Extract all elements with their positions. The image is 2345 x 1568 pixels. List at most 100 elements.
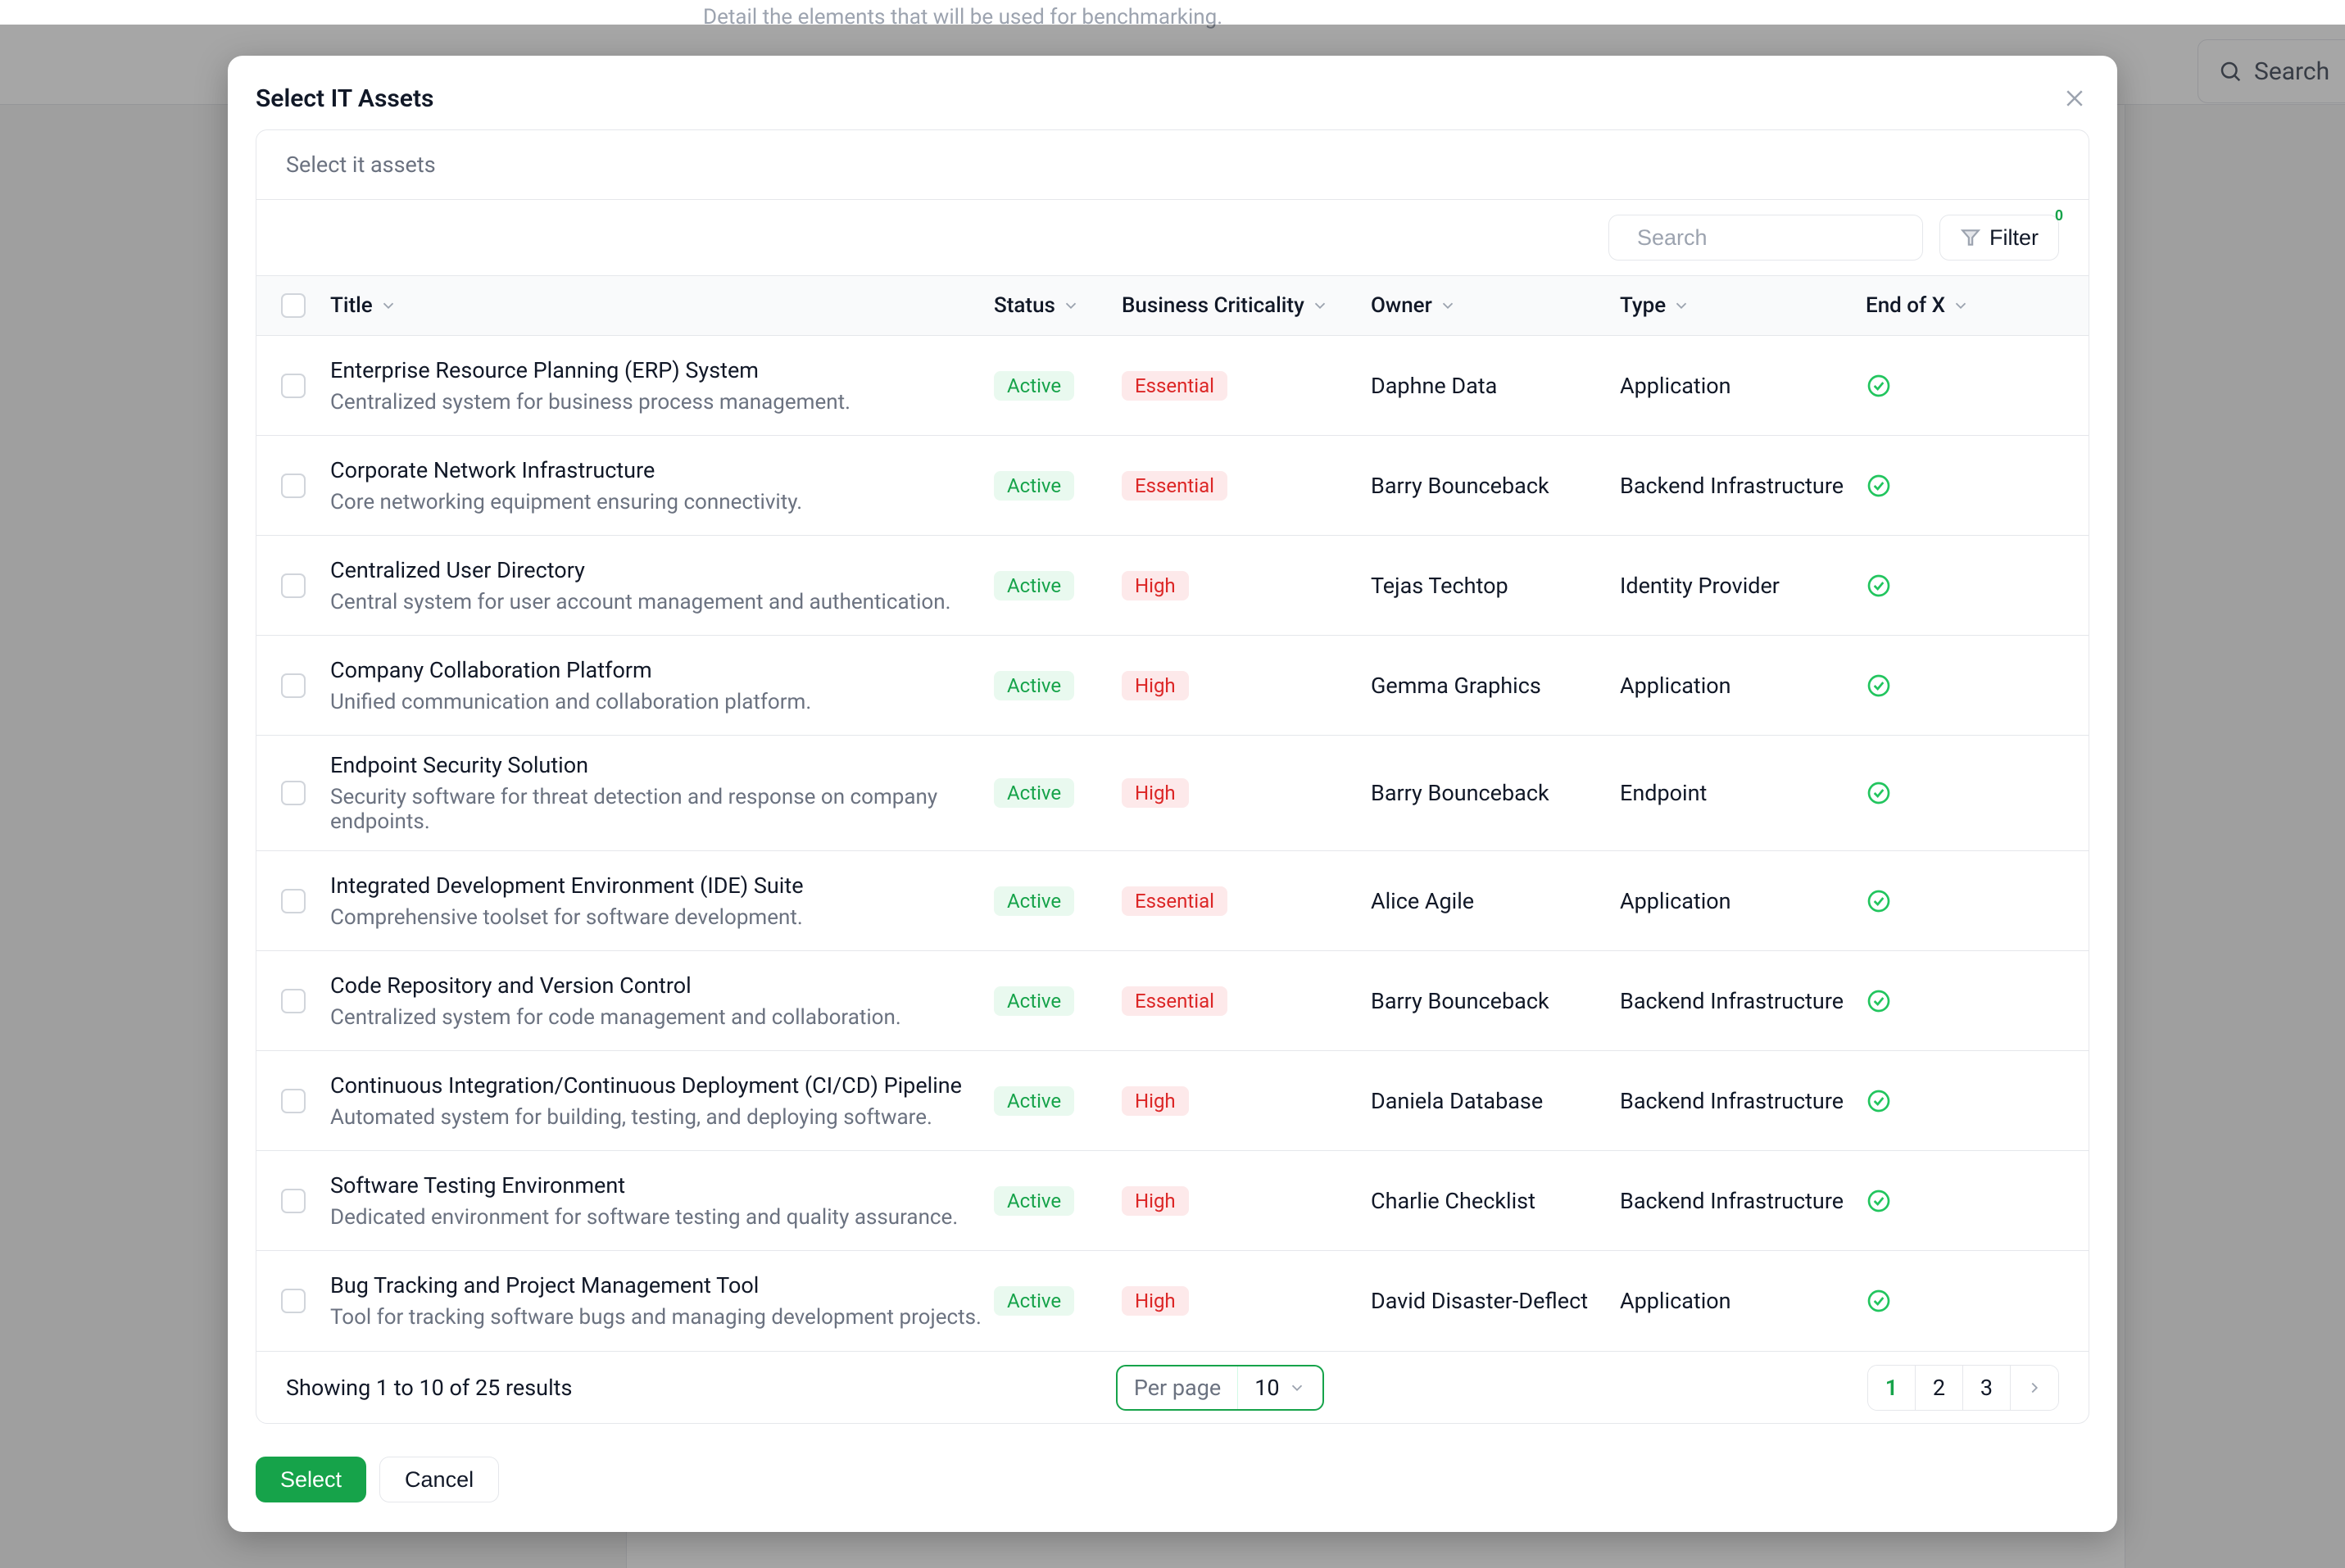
- check-circle-icon: [1866, 888, 1892, 914]
- chevron-down-icon: [1439, 297, 1457, 315]
- row-description: Dedicated environment for software testi…: [330, 1205, 994, 1230]
- panel-toolbar: Filter 0: [256, 200, 2089, 275]
- table-row[interactable]: Enterprise Resource Planning (ERP) Syste…: [256, 336, 2089, 436]
- status-badge: Active: [994, 886, 1074, 916]
- row-owner: Barry Bounceback: [1371, 473, 1620, 499]
- col-owner[interactable]: Owner: [1371, 293, 1620, 318]
- table-row[interactable]: Centralized User Directory Central syste…: [256, 536, 2089, 636]
- select-button[interactable]: Select: [256, 1457, 366, 1502]
- close-button[interactable]: [2060, 84, 2089, 113]
- col-title[interactable]: Title: [330, 293, 994, 318]
- table-row[interactable]: Corporate Network Infrastructure Core ne…: [256, 436, 2089, 536]
- filter-icon: [1960, 227, 1981, 248]
- row-type: Application: [1620, 888, 1866, 914]
- row-type: Backend Infrastructure: [1620, 988, 1866, 1014]
- status-badge: Active: [994, 571, 1074, 600]
- per-page-value-text: 10: [1254, 1375, 1279, 1401]
- check-circle-icon: [1866, 780, 1892, 806]
- row-checkbox[interactable]: [281, 374, 306, 398]
- col-title-label: Title: [330, 293, 373, 318]
- row-description: Unified communication and collaboration …: [330, 690, 994, 714]
- filter-button[interactable]: Filter 0: [1939, 215, 2059, 261]
- row-owner: Charlie Checklist: [1371, 1188, 1620, 1214]
- row-type: Application: [1620, 673, 1866, 699]
- cancel-button[interactable]: Cancel: [379, 1457, 499, 1502]
- check-circle-icon: [1866, 673, 1892, 699]
- row-checkbox[interactable]: [281, 474, 306, 498]
- row-type: Application: [1620, 1288, 1866, 1314]
- page-button[interactable]: 3: [1963, 1366, 2011, 1410]
- filter-count-badge: 0: [2055, 207, 2063, 224]
- row-checkbox[interactable]: [281, 573, 306, 598]
- row-checkbox[interactable]: [281, 1089, 306, 1113]
- page-next-button[interactable]: [2011, 1366, 2058, 1410]
- status-badge: Active: [994, 371, 1074, 401]
- table-search-input[interactable]: [1637, 225, 1927, 251]
- row-title: Continuous Integration/Continuous Deploy…: [330, 1072, 994, 1099]
- page-button[interactable]: 2: [1916, 1366, 1963, 1410]
- criticality-badge: High: [1122, 571, 1189, 600]
- row-checkbox[interactable]: [281, 1289, 306, 1313]
- assets-panel: Select it assets Filter 0 Title: [256, 129, 2089, 1424]
- table-row[interactable]: Software Testing Environment Dedicated e…: [256, 1151, 2089, 1251]
- col-type[interactable]: Type: [1620, 293, 1866, 318]
- table-row[interactable]: Integrated Development Environment (IDE)…: [256, 851, 2089, 951]
- table-row[interactable]: Code Repository and Version Control Cent…: [256, 951, 2089, 1051]
- results-text: Showing 1 to 10 of 25 results: [286, 1375, 572, 1401]
- row-checkbox[interactable]: [281, 673, 306, 698]
- col-endx[interactable]: End of X: [1866, 293, 2054, 318]
- row-title: Bug Tracking and Project Management Tool: [330, 1272, 994, 1298]
- table-footer: Showing 1 to 10 of 25 results Per page 1…: [256, 1351, 2089, 1423]
- check-circle-icon: [1866, 1288, 1892, 1314]
- row-owner: Barry Bounceback: [1371, 780, 1620, 806]
- chevron-down-icon: [1062, 297, 1080, 315]
- criticality-badge: High: [1122, 1186, 1189, 1216]
- row-checkbox[interactable]: [281, 1189, 306, 1213]
- row-title: Endpoint Security Solution: [330, 752, 994, 778]
- row-checkbox[interactable]: [281, 989, 306, 1013]
- criticality-badge: High: [1122, 1086, 1189, 1116]
- check-circle-icon: [1866, 573, 1892, 599]
- row-owner: Alice Agile: [1371, 888, 1620, 914]
- modal-overlay: Select IT Assets Select it assets Filter…: [0, 25, 2345, 1568]
- check-circle-icon: [1866, 373, 1892, 399]
- row-type: Application: [1620, 373, 1866, 399]
- panel-subtitle: Select it assets: [256, 130, 2089, 200]
- table-search[interactable]: [1608, 215, 1923, 261]
- row-type: Endpoint: [1620, 780, 1866, 806]
- criticality-badge: Essential: [1122, 371, 1227, 401]
- row-checkbox[interactable]: [281, 781, 306, 805]
- select-all-checkbox[interactable]: [281, 293, 306, 318]
- modal-title: Select IT Assets: [256, 84, 433, 113]
- row-title: Enterprise Resource Planning (ERP) Syste…: [330, 357, 994, 383]
- chevron-down-icon: [1288, 1379, 1306, 1397]
- close-icon: [2062, 86, 2087, 111]
- table-body: Enterprise Resource Planning (ERP) Syste…: [256, 336, 2089, 1351]
- per-page-label: Per page: [1118, 1366, 1238, 1409]
- table-row[interactable]: Endpoint Security Solution Security soft…: [256, 736, 2089, 851]
- row-description: Centralized system for business process …: [330, 390, 994, 415]
- per-page-value[interactable]: 10: [1238, 1366, 1322, 1409]
- row-description: Centralized system for code management a…: [330, 1005, 994, 1030]
- row-checkbox[interactable]: [281, 889, 306, 913]
- row-title: Code Repository and Version Control: [330, 972, 994, 999]
- criticality-badge: Essential: [1122, 986, 1227, 1016]
- row-owner: Daphne Data: [1371, 373, 1620, 399]
- col-status[interactable]: Status: [994, 293, 1122, 318]
- criticality-badge: High: [1122, 671, 1189, 700]
- table-row[interactable]: Continuous Integration/Continuous Deploy…: [256, 1051, 2089, 1151]
- col-criticality[interactable]: Business Criticality: [1122, 293, 1371, 318]
- row-type: Backend Infrastructure: [1620, 473, 1866, 499]
- page-button[interactable]: 1: [1868, 1366, 1916, 1410]
- table-row[interactable]: Company Collaboration Platform Unified c…: [256, 636, 2089, 736]
- status-badge: Active: [994, 1086, 1074, 1116]
- row-description: Automated system for building, testing, …: [330, 1105, 994, 1130]
- row-owner: Daniela Database: [1371, 1088, 1620, 1114]
- chevron-right-icon: [2025, 1379, 2043, 1397]
- status-badge: Active: [994, 986, 1074, 1016]
- criticality-badge: High: [1122, 778, 1189, 808]
- table-row[interactable]: Bug Tracking and Project Management Tool…: [256, 1251, 2089, 1351]
- chevron-down-icon: [1952, 297, 1970, 315]
- check-circle-icon: [1866, 1188, 1892, 1214]
- row-description: Tool for tracking software bugs and mana…: [330, 1305, 994, 1330]
